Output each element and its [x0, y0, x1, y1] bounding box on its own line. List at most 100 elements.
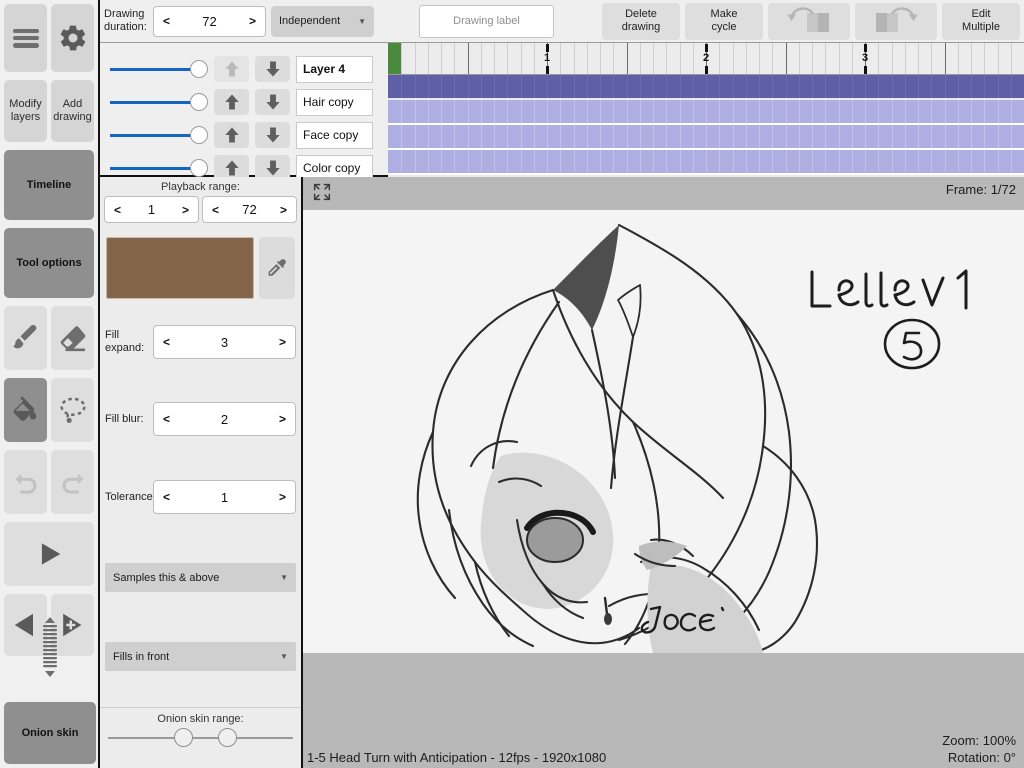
- playback-start-decrement[interactable]: <: [114, 203, 121, 217]
- timeline-frame-cell[interactable]: [414, 100, 416, 123]
- timeline-frame-cell[interactable]: [891, 75, 893, 98]
- timeline-frame-cell[interactable]: [613, 150, 615, 173]
- edit-multiple-button[interactable]: Edit Multiple: [942, 2, 1020, 40]
- timeline-frame-cell[interactable]: [878, 100, 880, 123]
- layer-row[interactable]: Face copy: [100, 121, 388, 149]
- redo-button[interactable]: [51, 450, 94, 514]
- timeline-frame-cell[interactable]: [745, 75, 747, 98]
- timeline-frame-cell[interactable]: [745, 125, 747, 148]
- timeline-frame-cell[interactable]: [838, 100, 840, 123]
- timeline-frame-cell[interactable]: [441, 150, 442, 173]
- timeline-frame-cell[interactable]: [441, 125, 442, 148]
- slider-handle[interactable]: [190, 159, 208, 177]
- timeline-frame-cell[interactable]: [944, 125, 946, 148]
- timeline-frame-cell[interactable]: [785, 75, 787, 98]
- playback-start-stepper[interactable]: < 1 >: [104, 196, 199, 223]
- timeline-frame-cell[interactable]: [1010, 150, 1012, 173]
- timeline-frame-cell[interactable]: [520, 100, 522, 123]
- timeline-frame-cell[interactable]: [1010, 75, 1012, 98]
- flip-backward-button[interactable]: [768, 2, 850, 40]
- timeline-frame-cell[interactable]: [626, 125, 628, 148]
- eyedropper-button[interactable]: [259, 237, 295, 299]
- timeline-frame-cell[interactable]: [600, 75, 601, 98]
- layer-name-field[interactable]: Layer 4: [296, 55, 373, 83]
- timeline-tab-button[interactable]: Timeline: [4, 150, 94, 220]
- timeline-frame-cell[interactable]: [719, 75, 721, 98]
- timeline-frame-cell[interactable]: [997, 150, 999, 173]
- timeline-frame-cell[interactable]: [838, 150, 840, 173]
- timeline-frame-cell[interactable]: [745, 100, 747, 123]
- tool-options-tab-button[interactable]: Tool options: [4, 228, 94, 298]
- timeline-frame-cell[interactable]: [467, 100, 469, 123]
- lasso-select-tool-button[interactable]: [51, 378, 94, 442]
- onion-slider-handle-before[interactable]: [174, 728, 193, 747]
- timeline-frame-cell[interactable]: [825, 100, 827, 123]
- timeline-frame-cell[interactable]: [401, 150, 403, 173]
- timeline-frame-cell[interactable]: [653, 150, 654, 173]
- timeline-frame-cell[interactable]: [851, 100, 853, 123]
- timeline-frame-cell[interactable]: [865, 100, 866, 123]
- timeline-frame-cell[interactable]: [653, 75, 654, 98]
- timeline-frame-cell[interactable]: [772, 100, 774, 123]
- eraser-tool-button[interactable]: [51, 306, 94, 370]
- move-layer-down-button[interactable]: [255, 56, 290, 82]
- timeline-frame-cell[interactable]: [626, 75, 628, 98]
- playback-end-stepper[interactable]: < 72 >: [202, 196, 297, 223]
- timeline-track[interactable]: [388, 125, 1024, 150]
- move-layer-down-button[interactable]: [255, 89, 290, 115]
- fill-blur-stepper[interactable]: < 2 >: [153, 402, 296, 436]
- timeline-frame-cell[interactable]: [798, 75, 800, 98]
- fill-order-dropdown[interactable]: Fills in front ▼: [105, 642, 296, 671]
- timeline-frame-cell[interactable]: [494, 150, 495, 173]
- timeline-frame-cell[interactable]: [785, 125, 787, 148]
- layer-row[interactable]: Hair copy: [100, 88, 388, 116]
- timeline-frame-cell[interactable]: [931, 75, 933, 98]
- fill-expand-increment[interactable]: >: [279, 335, 286, 349]
- drawing-duration-stepper[interactable]: < 72 >: [153, 5, 266, 37]
- timeline-frame-cell[interactable]: [931, 125, 933, 148]
- tolerance-increment[interactable]: >: [279, 490, 286, 504]
- add-drawing-button[interactable]: Add drawing: [51, 80, 94, 142]
- fill-tool-button[interactable]: [4, 378, 47, 442]
- timeline-frame-cell[interactable]: [904, 125, 906, 148]
- timeline-frame-cell[interactable]: [441, 75, 442, 98]
- timeline-frame-cell[interactable]: [600, 125, 601, 148]
- timeline-frame-cell[interactable]: [507, 125, 509, 148]
- layer-name-field[interactable]: Face copy: [296, 121, 373, 149]
- timeline-frame-cell[interactable]: [494, 75, 495, 98]
- timeline-frame-cell[interactable]: [971, 100, 972, 123]
- timeline-frame-cell[interactable]: [812, 125, 813, 148]
- timeline-frame-cell[interactable]: [507, 100, 509, 123]
- timeline-frame-cell[interactable]: [666, 100, 668, 123]
- timeline-frame-cell[interactable]: [401, 75, 403, 98]
- timeline-frame-cell[interactable]: [825, 125, 827, 148]
- play-button[interactable]: [4, 522, 94, 586]
- timeline-frame-cell[interactable]: [547, 75, 548, 98]
- timeline-frame-cell[interactable]: [573, 75, 575, 98]
- timeline-frame-cell[interactable]: [865, 75, 866, 98]
- timeline-frame-cell[interactable]: [692, 125, 694, 148]
- timeline-frame-cell[interactable]: [507, 75, 509, 98]
- timeline-frame-cell[interactable]: [904, 75, 906, 98]
- timeline-frame-cell[interactable]: [639, 125, 641, 148]
- timeline-frame-cell[interactable]: [639, 150, 641, 173]
- slider-handle[interactable]: [190, 126, 208, 144]
- timeline-frame-cell[interactable]: [812, 100, 813, 123]
- timeline-frame-cell[interactable]: [997, 100, 999, 123]
- move-layer-down-button[interactable]: [255, 122, 290, 148]
- timeline-frame-cell[interactable]: [759, 150, 760, 173]
- slider-handle[interactable]: [190, 60, 208, 78]
- timeline-frame-cell[interactable]: [414, 125, 416, 148]
- timeline-frame-cell[interactable]: [759, 75, 760, 98]
- timeline-frame-cell[interactable]: [878, 75, 880, 98]
- timeline-frame-cell[interactable]: [732, 150, 734, 173]
- timeline-frame-cell[interactable]: [533, 125, 535, 148]
- timeline-frame-cell[interactable]: [984, 75, 986, 98]
- timeline-frame-cell[interactable]: [944, 75, 946, 98]
- timeline-frame-cell[interactable]: [586, 150, 588, 173]
- timeline-frame-cell[interactable]: [798, 125, 800, 148]
- timeline-frame-cell[interactable]: [454, 100, 456, 123]
- timeline-frame-cell[interactable]: [547, 150, 548, 173]
- timeline-frame-cell[interactable]: [533, 100, 535, 123]
- timeline-frame-cell[interactable]: [427, 100, 429, 123]
